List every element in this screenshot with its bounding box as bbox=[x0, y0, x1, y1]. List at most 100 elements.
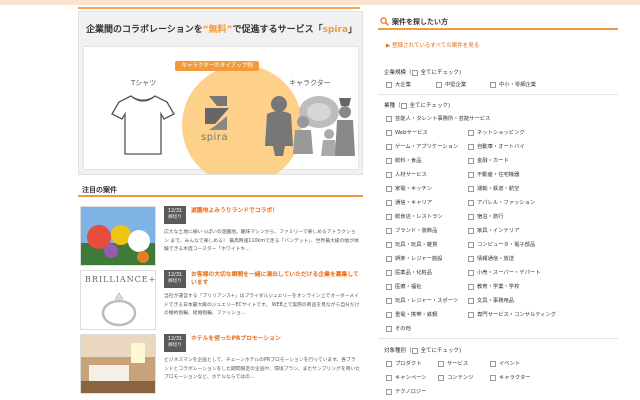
article-title-3[interactable]: ホテルを使ったPRプロモーション bbox=[191, 335, 359, 343]
checkbox[interactable] bbox=[386, 81, 392, 88]
target-type-check-all-checkbox[interactable] bbox=[411, 347, 418, 354]
checkbox[interactable] bbox=[490, 81, 496, 88]
article-thumbnail-2[interactable]: BRILLIANCE+ bbox=[80, 270, 156, 330]
checkbox[interactable] bbox=[386, 374, 392, 381]
article-thumbnail-3[interactable] bbox=[80, 334, 156, 394]
option-label: 宿泊・旅行 bbox=[477, 214, 504, 220]
checkbox[interactable] bbox=[386, 297, 392, 304]
company-size-option-2[interactable]: 中堅企業 bbox=[436, 80, 466, 88]
industry-option-8[interactable]: 人材サービス bbox=[386, 170, 427, 178]
industry-option-22[interactable]: 医薬品・化粧品 bbox=[386, 268, 432, 276]
checkbox[interactable] bbox=[468, 311, 474, 318]
checkbox[interactable] bbox=[386, 269, 392, 276]
industry-option-4[interactable]: ゲーム・アプリケーション bbox=[386, 142, 458, 150]
article-card-1[interactable]: 12/31 締切り 遊園地よみうりランドでコラボ！ 広大な土地に様いっぱいの遊園… bbox=[80, 204, 361, 270]
industry-option-26[interactable]: 玩具・レジャー・スポーツ bbox=[386, 296, 458, 304]
target-type-option-5[interactable]: コンテンツ bbox=[438, 373, 474, 381]
industry-option-2[interactable]: Webサービス bbox=[386, 128, 428, 136]
industry-option-15[interactable]: 宿泊・旅行 bbox=[468, 212, 504, 220]
article-thumbnail-1[interactable] bbox=[80, 206, 156, 266]
company-size-option-1[interactable]: 大企業 bbox=[386, 80, 411, 88]
checkbox[interactable] bbox=[386, 388, 392, 395]
industry-option-1[interactable]: 芸能人・タレント事務所・芸能サービス bbox=[386, 114, 490, 122]
industry-option-24[interactable]: 医療・福祉 bbox=[386, 282, 422, 290]
industry-option-16[interactable]: ブランド・装飾品 bbox=[386, 226, 437, 234]
checkbox[interactable] bbox=[468, 297, 474, 304]
industry-option-23[interactable]: 小売・スーパー・デパート bbox=[468, 268, 541, 276]
checkbox[interactable] bbox=[386, 199, 392, 206]
checkbox[interactable] bbox=[468, 283, 474, 290]
industry-option-29[interactable]: 専門サービス・コンサルティング bbox=[468, 310, 556, 318]
industry-option-13[interactable]: アパレル・ファッション bbox=[468, 198, 535, 206]
article-text-3: ビジネスマンを企画として、チェーンホテルのPRプロモーションを行っています。各ブ… bbox=[164, 358, 361, 380]
checkbox[interactable] bbox=[386, 227, 392, 234]
company-size-option-3[interactable]: 中小・零細企業 bbox=[490, 80, 536, 88]
checkbox[interactable] bbox=[468, 157, 474, 164]
checkbox[interactable] bbox=[386, 255, 392, 262]
checkbox[interactable] bbox=[438, 374, 444, 381]
target-type-option-3[interactable]: イベント bbox=[490, 359, 520, 367]
checkbox[interactable] bbox=[490, 360, 496, 367]
checkbox[interactable] bbox=[468, 185, 474, 192]
target-type-option-1[interactable]: プロダクト bbox=[386, 359, 422, 367]
target-type-option-2[interactable]: サービス bbox=[438, 359, 468, 367]
target-type-option-6[interactable]: キャラクター bbox=[490, 373, 531, 381]
checkbox[interactable] bbox=[468, 143, 474, 150]
company-size-label: 企業規模（ 全てにチェック) bbox=[384, 68, 461, 76]
target-type-check-all-label: 全てにチェック) bbox=[420, 348, 462, 354]
target-type-option-7[interactable]: テクノロジー bbox=[386, 387, 426, 395]
company-size-check-all-checkbox[interactable] bbox=[411, 69, 418, 76]
industry-option-30[interactable]: その他 bbox=[386, 324, 411, 332]
checkbox[interactable] bbox=[468, 199, 474, 206]
checkbox[interactable] bbox=[386, 143, 392, 150]
industry-option-27[interactable]: 文具・事務用品 bbox=[468, 296, 514, 304]
checkbox[interactable] bbox=[386, 157, 392, 164]
industry-option-12[interactable]: 通信・キャリア bbox=[386, 198, 432, 206]
checkbox[interactable] bbox=[386, 325, 392, 332]
checkbox[interactable] bbox=[386, 241, 392, 248]
industry-option-20[interactable]: 娯楽・レジャー施設 bbox=[386, 254, 442, 262]
checkbox[interactable] bbox=[468, 269, 474, 276]
checkbox[interactable] bbox=[436, 81, 442, 88]
article-status-3: 締切り bbox=[168, 343, 182, 348]
checkbox[interactable] bbox=[386, 171, 392, 178]
checkbox[interactable] bbox=[468, 213, 474, 220]
article-card-3[interactable]: 12/31 締切り ホテルを使ったPRプロモーション ビジネスマンを企画として、… bbox=[80, 332, 361, 398]
checkbox[interactable] bbox=[386, 129, 392, 136]
industry-option-9[interactable]: 不動産・住宅機器 bbox=[468, 170, 519, 178]
industry-option-14[interactable]: 飲食店・レストラン bbox=[386, 212, 443, 220]
checkbox[interactable] bbox=[386, 360, 392, 367]
industry-option-18[interactable]: 玩具・玩具・雑貨 bbox=[386, 240, 437, 248]
checkbox[interactable] bbox=[468, 255, 474, 262]
article-title-2[interactable]: お客様の大切な瞬間を一緒に演出していただける企業を募集しています bbox=[191, 271, 359, 287]
checkbox[interactable] bbox=[386, 283, 392, 290]
checkbox[interactable] bbox=[468, 227, 474, 234]
industry-option-25[interactable]: 教育・学業・学校 bbox=[468, 282, 519, 290]
hero-banner[interactable]: 企業間のコラボレーションを“無料”で促進するサービス「spira」 キャラクター… bbox=[78, 11, 363, 175]
industry-option-5[interactable]: 自動車・オートバイ bbox=[468, 142, 525, 150]
checkbox[interactable] bbox=[468, 171, 474, 178]
article-title-1[interactable]: 遊園地よみうりランドでコラボ！ bbox=[191, 207, 359, 215]
checkbox[interactable] bbox=[386, 213, 392, 220]
checkbox[interactable] bbox=[386, 185, 392, 192]
industry-option-19[interactable]: コンピュータ・電子部品 bbox=[468, 240, 535, 248]
article-card-2[interactable]: BRILLIANCE+ 12/31 締切り お客様の大切な瞬間を一緒に演出してい… bbox=[80, 268, 361, 334]
industry-option-7[interactable]: 金融・カード bbox=[468, 156, 509, 164]
target-type-option-4[interactable]: キャンペーン bbox=[386, 373, 427, 381]
industry-option-6[interactable]: 飲料・食品 bbox=[386, 156, 422, 164]
checkbox[interactable] bbox=[468, 129, 474, 136]
checkbox[interactable] bbox=[490, 374, 496, 381]
industry-option-17[interactable]: 家具・インテリア bbox=[468, 226, 519, 234]
checkbox[interactable] bbox=[386, 115, 392, 122]
industry-option-21[interactable]: 情報通信・放送 bbox=[468, 254, 514, 262]
checkbox[interactable] bbox=[468, 241, 474, 248]
checkbox[interactable] bbox=[386, 311, 392, 318]
banner-title-accent: “無料” bbox=[202, 25, 233, 35]
industry-option-28[interactable]: 重電・携帯・鉄鋼 bbox=[386, 310, 437, 318]
all-projects-link[interactable]: ▶ 登録されているすべての案件を見る bbox=[386, 41, 479, 49]
industry-option-11[interactable]: 運輸・鉄道・航空 bbox=[468, 184, 519, 192]
industry-option-3[interactable]: ネットショッピング bbox=[468, 128, 525, 136]
checkbox[interactable] bbox=[438, 360, 444, 367]
industry-option-10[interactable]: 家電・キッチン bbox=[386, 184, 432, 192]
industry-check-all-checkbox[interactable] bbox=[400, 102, 407, 109]
